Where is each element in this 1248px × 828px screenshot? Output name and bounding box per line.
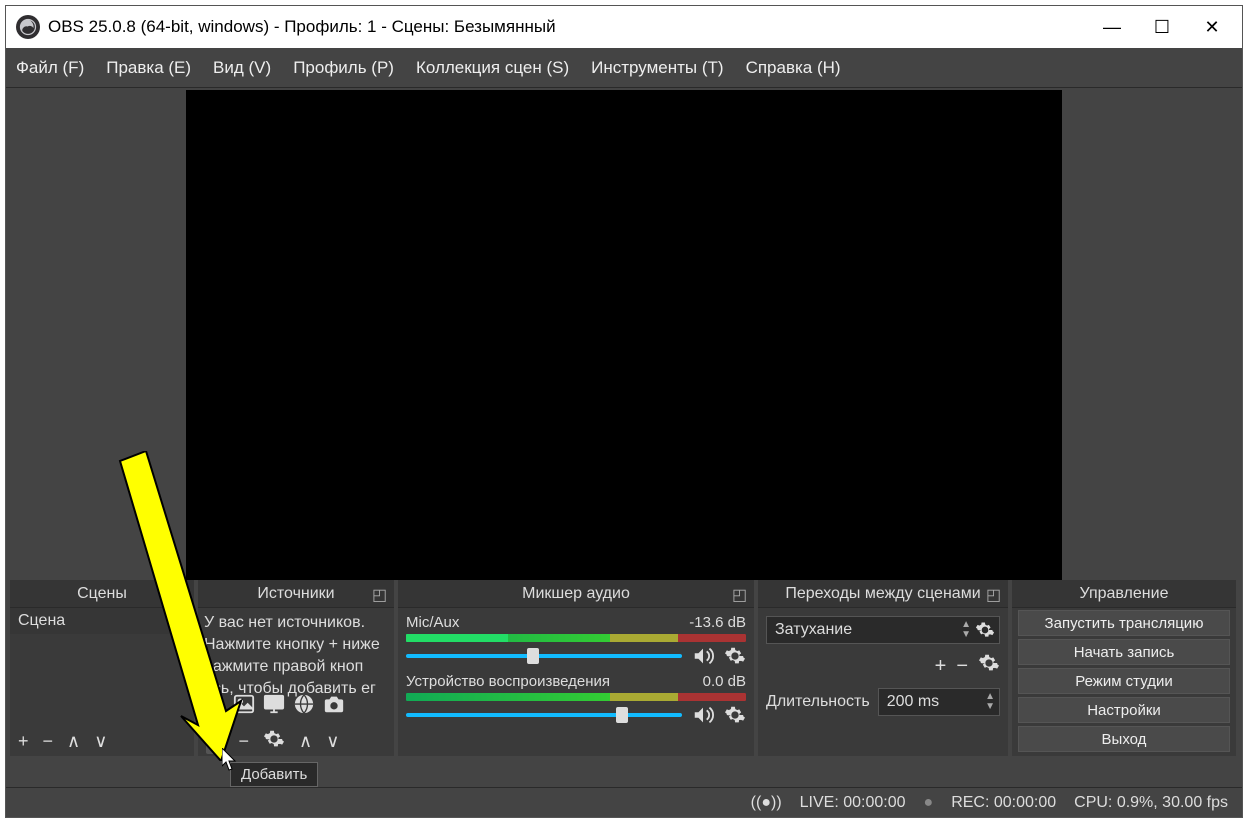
scene-list-item[interactable]: Сцена [10, 608, 194, 634]
menu-tools[interactable]: Инструменты (T) [591, 58, 723, 78]
record-dot-icon: ● [924, 794, 934, 812]
menu-profile[interactable]: Профиль (P) [293, 58, 394, 78]
popout-icon[interactable]: ◰ [372, 585, 388, 601]
menubar: Файл (F) Правка (E) Вид (V) Профиль (P) … [6, 48, 1242, 88]
audio-mixer-dock: Микшер аудио ◰ Mic/Aux -13.6 dB [398, 580, 754, 756]
add-scene-button[interactable]: + [18, 732, 29, 750]
start-recording-button[interactable]: Начать запись [1018, 639, 1230, 665]
scene-down-button[interactable]: ∨ [94, 732, 107, 750]
studio-mode-button[interactable]: Режим студии [1018, 668, 1230, 694]
mixer-channel: Mic/Aux -13.6 dB [406, 614, 746, 667]
channel-db: 0.0 dB [703, 673, 746, 690]
display-icon [262, 693, 286, 722]
maximize-button[interactable]: ☐ [1152, 17, 1172, 38]
titlebar: OBS 25.0.8 (64-bit, windows) - Профиль: … [6, 6, 1242, 48]
remove-scene-button[interactable]: − [43, 732, 54, 750]
globe-icon [292, 693, 316, 722]
transitions-title: Переходы между сценами [785, 585, 980, 603]
preview-area [6, 88, 1242, 580]
sources-hint-line: Нажмите кнопку + ниже [204, 634, 388, 656]
speaker-icon[interactable] [692, 645, 714, 667]
volume-slider[interactable] [406, 713, 682, 717]
transition-settings-button[interactable] [975, 620, 995, 645]
tooltip: Добавить [230, 762, 318, 787]
channel-db: -13.6 dB [689, 614, 746, 631]
volume-slider[interactable] [406, 654, 682, 658]
add-transition-button[interactable]: + [935, 655, 947, 678]
settings-button[interactable]: Настройки [1018, 697, 1230, 723]
sources-hint-line: нажмите правой кноп [204, 656, 388, 678]
popout-icon[interactable]: ◰ [172, 585, 188, 601]
preview-canvas[interactable] [186, 90, 1062, 580]
status-live: LIVE: 00:00:00 [800, 794, 906, 812]
status-cpu: CPU: 0.9%, 30.00 fps [1074, 794, 1228, 812]
channel-name: Устройство воспроизведения [406, 673, 610, 690]
menu-help[interactable]: Справка (H) [746, 58, 841, 78]
source-toolbar: + − ∧ ∨ [198, 726, 394, 756]
exit-button[interactable]: Выход [1018, 726, 1230, 752]
window-title: OBS 25.0.8 (64-bit, windows) - Профиль: … [48, 17, 556, 37]
remove-transition-button[interactable]: − [956, 655, 968, 678]
scene-up-button[interactable]: ∧ [67, 732, 80, 750]
menu-view[interactable]: Вид (V) [213, 58, 271, 78]
remove-source-button[interactable]: − [239, 730, 250, 752]
sources-title: Источники [257, 585, 334, 603]
menu-edit[interactable]: Правка (E) [106, 58, 191, 78]
camera-icon [322, 693, 346, 722]
mixer-title: Микшер аудио [522, 585, 630, 603]
start-streaming-button[interactable]: Запустить трансляцию [1018, 610, 1230, 636]
source-down-button[interactable]: ∨ [326, 730, 339, 752]
status-bar: ((●)) LIVE: 00:00:00 ● REC: 00:00:00 CPU… [6, 787, 1242, 817]
duration-input[interactable]: 200 ms ▲▼ [878, 688, 1000, 716]
controls-dock: Управление Запустить трансляцию Начать з… [1012, 580, 1236, 756]
close-button[interactable]: ✕ [1202, 17, 1222, 38]
channel-name: Mic/Aux [406, 614, 459, 631]
mixer-channel: Устройство воспроизведения 0.0 dB [406, 673, 746, 726]
scenes-title: Сцены [77, 585, 127, 603]
vu-meter [406, 693, 746, 701]
popout-icon[interactable]: ◰ [986, 585, 1002, 601]
transition-properties-button[interactable] [978, 652, 1000, 680]
menu-file[interactable]: Файл (F) [16, 58, 84, 78]
popout-icon[interactable]: ◰ [732, 585, 748, 601]
transition-select[interactable]: Затухание ▲▼ [766, 616, 1000, 644]
scene-toolbar: + − ∧ ∨ [10, 726, 194, 756]
sources-hint-line: У вас нет источников. [204, 612, 388, 634]
controls-title: Управление [1080, 585, 1169, 603]
speaker-icon[interactable] [692, 704, 714, 726]
transitions-dock: Переходы между сценами ◰ Затухание ▲▼ + … [758, 580, 1008, 756]
minimize-button[interactable]: — [1102, 17, 1122, 38]
vu-meter [406, 634, 746, 642]
add-source-button[interactable]: + [206, 728, 225, 754]
scenes-dock: Сцены ◰ Сцена + − ∧ ∨ [10, 580, 194, 756]
image-icon [232, 693, 256, 722]
duration-label: Длительность [766, 693, 870, 711]
spinner-icon[interactable]: ▲▼ [985, 692, 995, 712]
source-up-button[interactable]: ∧ [299, 730, 312, 752]
obs-logo-icon [16, 15, 40, 39]
channel-settings-button[interactable] [724, 704, 746, 726]
dropdown-spinner-icon: ▲▼ [961, 620, 971, 640]
menu-scene-collection[interactable]: Коллекция сцен (S) [416, 58, 569, 78]
channel-settings-button[interactable] [724, 645, 746, 667]
broadcast-icon: ((●)) [751, 794, 782, 812]
status-rec: REC: 00:00:00 [951, 794, 1056, 812]
sources-dock: Источники ◰ У вас нет источников. Нажмит… [198, 580, 394, 756]
source-settings-button[interactable] [263, 728, 285, 755]
